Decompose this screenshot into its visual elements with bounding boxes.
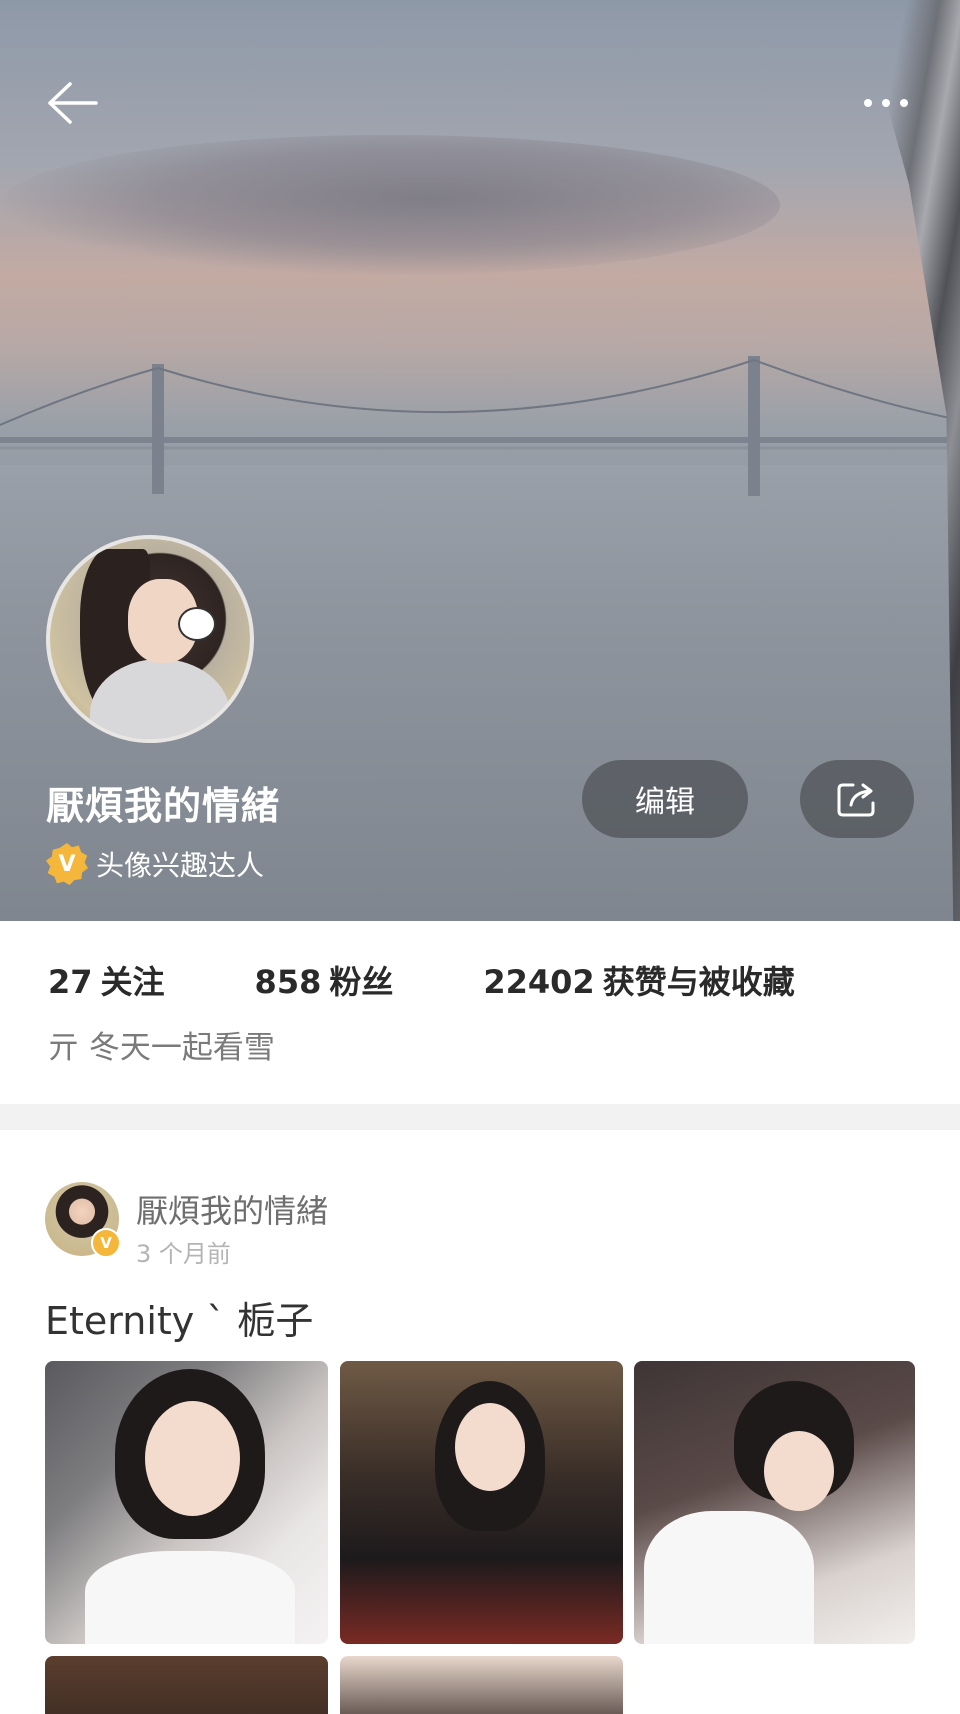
profile-stats: 27 关注 858 粉丝 22402 获赞与被收藏 xyxy=(48,955,795,1005)
profile-avatar[interactable] xyxy=(46,535,254,743)
share-icon xyxy=(837,783,875,817)
cover-cloud xyxy=(0,135,780,275)
fans-stat[interactable]: 858 粉丝 xyxy=(255,957,394,1003)
post-photo-3[interactable] xyxy=(634,1361,915,1644)
badge-label: 头像兴趣达人 xyxy=(96,849,265,882)
section-divider xyxy=(0,1104,960,1130)
cover-bridge xyxy=(0,356,960,496)
post-photo-1[interactable] xyxy=(45,1361,328,1644)
back-button[interactable] xyxy=(44,78,100,128)
more-dots-icon xyxy=(864,99,872,107)
likes-stat[interactable]: 22402 获赞与被收藏 xyxy=(483,957,794,1003)
share-button[interactable] xyxy=(800,760,914,838)
bunny-sticker-icon xyxy=(178,607,216,641)
verified-v-badge-icon: V xyxy=(46,843,88,885)
profile-bio: 亓 冬天一起看雪 xyxy=(48,1030,275,1066)
following-stat[interactable]: 27 关注 xyxy=(48,957,165,1003)
post-author-avatar[interactable]: V xyxy=(45,1182,121,1258)
post-photo-4[interactable] xyxy=(45,1656,328,1714)
post-photo-5[interactable] xyxy=(340,1656,623,1714)
verified-v-badge-icon: V xyxy=(91,1228,121,1258)
profile-name: 厭煩我的情緒 xyxy=(46,784,281,828)
post-author-name[interactable]: 厭煩我的情緒 xyxy=(136,1186,328,1232)
more-button[interactable] xyxy=(858,86,914,120)
post-timestamp: 3 个月前 xyxy=(136,1240,231,1268)
post-photo-2[interactable] xyxy=(340,1361,623,1644)
badge-row[interactable]: V 头像兴趣达人 xyxy=(46,840,264,888)
post-text: Eternity ` 栀子 xyxy=(45,1299,314,1343)
edit-profile-button[interactable]: 编辑 xyxy=(582,760,748,838)
arrow-left-icon xyxy=(48,82,98,124)
